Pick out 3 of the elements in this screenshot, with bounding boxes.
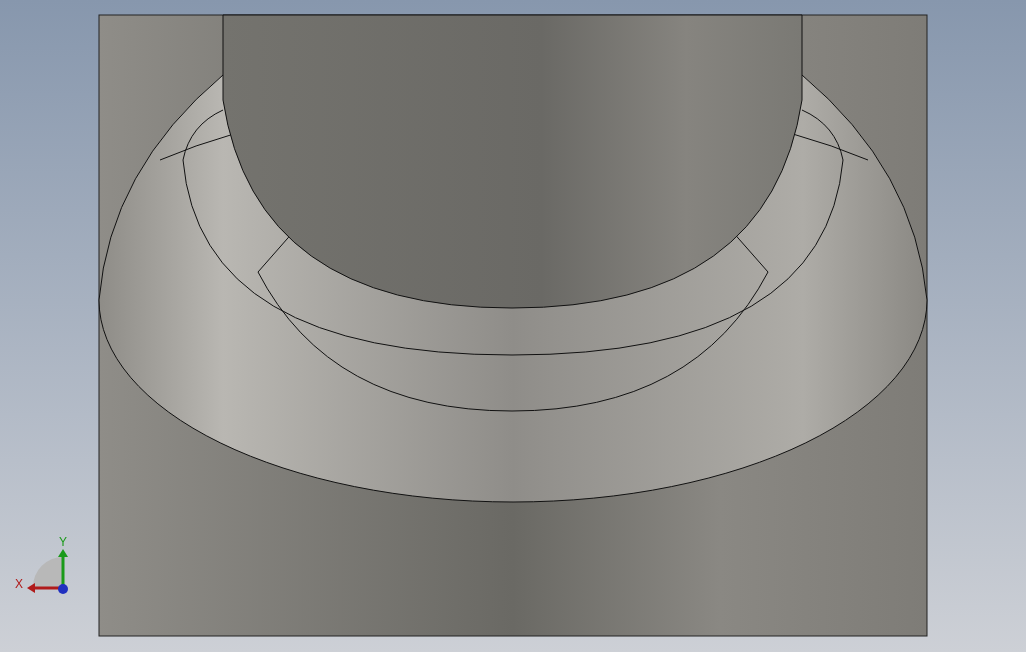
x-axis-label: X	[15, 577, 23, 591]
y-axis-label: Y	[59, 535, 67, 549]
axis-triad-drawing	[27, 549, 68, 594]
